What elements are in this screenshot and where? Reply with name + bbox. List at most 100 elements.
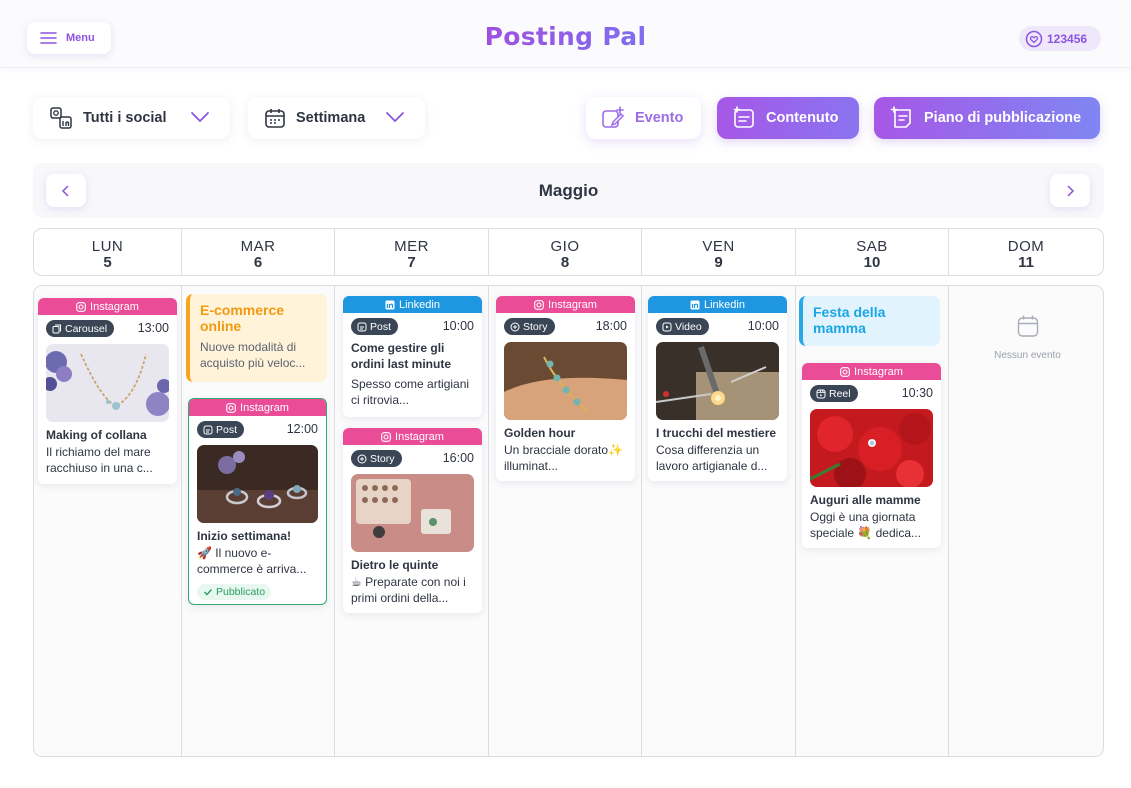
instagram-band: Instagram bbox=[38, 298, 177, 315]
instagram-icon bbox=[534, 299, 544, 310]
add-event-button[interactable]: Evento bbox=[586, 97, 701, 139]
event-title: E-commerce online bbox=[200, 302, 285, 334]
story-icon bbox=[510, 322, 520, 331]
post-title: Auguri alle mamme bbox=[810, 493, 921, 507]
column-divider bbox=[948, 286, 949, 756]
period-filter-dropdown[interactable]: Settimana bbox=[248, 97, 425, 139]
post-card[interactable]: Instagram Story 18:00 Golden hour Un bra… bbox=[496, 296, 635, 481]
next-month-button[interactable] bbox=[1050, 174, 1090, 207]
event-title: Festa della mamma bbox=[813, 304, 886, 336]
post-type-label: Carousel bbox=[65, 322, 108, 335]
post-card[interactable]: Instagram Story 16:00 Dietro le quinte ☕… bbox=[343, 428, 482, 613]
social-name: Linkedin bbox=[704, 298, 745, 311]
post-type-chip: Post bbox=[351, 318, 399, 335]
publication-plan-icon bbox=[890, 106, 911, 128]
chevron-right-icon bbox=[1067, 184, 1075, 197]
event-card[interactable]: E-commerce online Nuove modalità di acqu… bbox=[186, 294, 327, 382]
social-name: Instagram bbox=[548, 298, 597, 311]
linkedin-band: Linkedin bbox=[343, 296, 482, 313]
empty-day-text: Nessun evento bbox=[994, 350, 1061, 361]
post-time: 18:00 bbox=[595, 319, 627, 333]
rings-photo bbox=[197, 445, 318, 523]
post-title: Making of collana bbox=[46, 428, 147, 442]
day-header: DOM 11 bbox=[948, 229, 1103, 275]
post-thumbnail bbox=[197, 445, 318, 523]
day-name: VEN bbox=[702, 238, 735, 255]
post-card[interactable]: Instagram Carousel 13:00 Making of colla… bbox=[38, 298, 177, 484]
post-card[interactable]: Linkedin Post 10:00 Come gestire gli ord… bbox=[343, 296, 482, 417]
day-name: GIO bbox=[550, 238, 580, 255]
story-icon bbox=[357, 454, 367, 463]
post-type-chip: Post bbox=[197, 421, 245, 438]
credits-badge[interactable]: 123456 bbox=[1019, 26, 1101, 51]
top-bar: Menu Posting Pal 123456 bbox=[0, 0, 1131, 68]
published-status-badge: Pubblicato bbox=[197, 583, 272, 600]
post-type-label: Story bbox=[523, 320, 548, 333]
publication-plan-button[interactable]: Piano di pubblicazione bbox=[874, 97, 1100, 139]
instagram-band: Instagram bbox=[343, 428, 482, 445]
reel-icon bbox=[816, 389, 826, 398]
post-thumbnail bbox=[46, 344, 169, 422]
post-type-label: Post bbox=[216, 423, 238, 436]
social-name: Instagram bbox=[90, 300, 139, 313]
column-divider bbox=[641, 286, 642, 756]
instagram-icon bbox=[840, 366, 850, 377]
social-filter-dropdown[interactable]: Tutti i social bbox=[33, 97, 230, 139]
post-type-chip: Story bbox=[351, 450, 402, 467]
post-time: 10:30 bbox=[901, 386, 933, 400]
post-type-label: Reel bbox=[829, 387, 851, 400]
period-filter-label: Settimana bbox=[296, 110, 366, 126]
post-card[interactable]: Instagram Reel 10:30 Auguri alle mamme O… bbox=[802, 363, 941, 548]
day-header: SAB 10 bbox=[795, 229, 948, 275]
day-date: 10 bbox=[863, 254, 881, 271]
post-thumbnail bbox=[351, 474, 474, 552]
day-name: DOM bbox=[1007, 238, 1045, 255]
linkedin-icon bbox=[690, 300, 700, 309]
day-name: MAR bbox=[240, 238, 276, 255]
post-type-chip: Carousel bbox=[46, 320, 115, 337]
post-time: 10:00 bbox=[442, 319, 474, 333]
post-title: I trucchi del mestiere bbox=[656, 426, 777, 440]
day-name: MER bbox=[394, 238, 429, 255]
post-card[interactable]: Instagram Post 12:00 Inizio settimana! 🚀… bbox=[188, 398, 327, 605]
post-thumbnail bbox=[504, 342, 627, 420]
post-description: ☕ Preparate con noi i primi ordini della… bbox=[351, 574, 466, 605]
day-date: 7 bbox=[407, 254, 416, 271]
post-description: Spesso come artigiani ci ritrovia... bbox=[351, 377, 470, 407]
instagram-icon bbox=[226, 402, 236, 413]
post-description: 🚀 Il nuovo e-commerce è arriva... bbox=[197, 545, 307, 576]
column-divider bbox=[334, 286, 335, 756]
instagram-band: Instagram bbox=[189, 399, 326, 416]
day-date: 9 bbox=[714, 254, 723, 271]
day-name: LUN bbox=[91, 238, 124, 255]
post-card[interactable]: Linkedin Video 10:00 I trucchi del mesti… bbox=[648, 296, 787, 481]
column-divider bbox=[795, 286, 796, 756]
heart-coin-icon bbox=[1025, 30, 1043, 47]
add-content-button[interactable]: Contenuto bbox=[717, 97, 859, 139]
post-type-label: Video bbox=[675, 320, 702, 333]
post-title: Come gestire gli ordini last minute bbox=[351, 341, 452, 371]
flowers-photo bbox=[810, 409, 933, 487]
social-name: Instagram bbox=[854, 365, 903, 378]
event-card[interactable]: Festa della mamma bbox=[799, 296, 940, 346]
month-title: Maggio bbox=[538, 181, 599, 200]
social-name: Instagram bbox=[240, 401, 289, 414]
day-header: VEN 9 bbox=[641, 229, 795, 275]
linkedin-icon bbox=[385, 300, 395, 309]
check-icon bbox=[204, 588, 213, 596]
logo-text: Posting Pal bbox=[484, 22, 647, 51]
column-divider bbox=[488, 286, 489, 756]
post-icon bbox=[357, 322, 367, 331]
post-thumbnail bbox=[656, 342, 779, 420]
add-content-icon bbox=[733, 106, 754, 128]
social-icon bbox=[50, 107, 72, 129]
post-type-label: Story bbox=[370, 452, 395, 465]
column-divider bbox=[181, 286, 182, 756]
day-header: GIO 8 bbox=[488, 229, 641, 275]
day-date: 8 bbox=[560, 254, 570, 271]
contenuto-label: Contenuto bbox=[766, 110, 839, 126]
evento-label: Evento bbox=[635, 110, 684, 126]
necklace-photo bbox=[46, 344, 169, 422]
post-type-chip: Reel bbox=[810, 385, 858, 402]
bracelet-photo bbox=[504, 342, 627, 420]
